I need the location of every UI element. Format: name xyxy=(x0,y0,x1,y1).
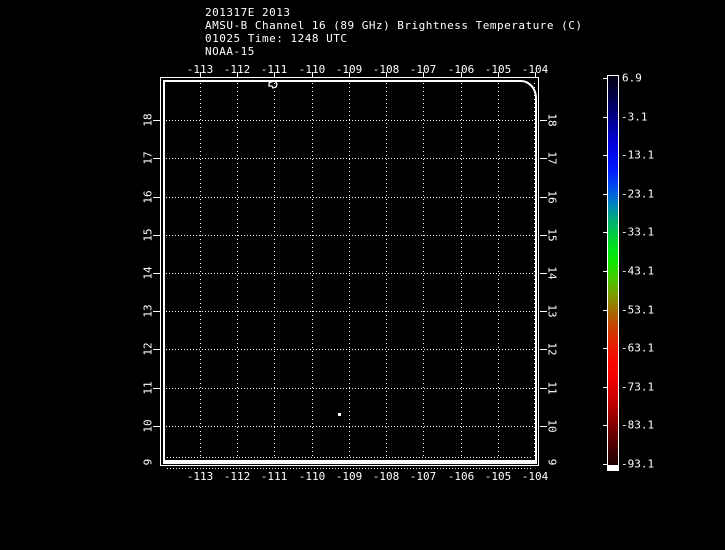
lat-gridline xyxy=(166,273,534,274)
colorbar-label: -33.1 xyxy=(621,225,655,239)
lon-label-bottom: -111 xyxy=(260,470,288,483)
lon-label-top: -109 xyxy=(335,63,363,76)
lat-label-left: 11 xyxy=(141,381,155,395)
lon-label-top: -113 xyxy=(186,63,214,76)
lon-label-top: -104 xyxy=(521,63,549,76)
lat-label-right: 14 xyxy=(545,266,559,280)
colorbar-tick xyxy=(603,78,607,79)
lon-gridline xyxy=(461,83,462,458)
lat-gridline xyxy=(166,388,534,389)
lon-label-bottom: -107 xyxy=(409,470,437,483)
lon-label-top: -107 xyxy=(409,63,437,76)
lon-gridline xyxy=(274,83,275,458)
lat-label-left: 12 xyxy=(141,342,155,356)
colorbar-tick xyxy=(603,271,607,272)
lat-label-left: 16 xyxy=(141,190,155,204)
colorbar-label: -53.1 xyxy=(621,303,655,317)
colorbar-tick xyxy=(603,155,607,156)
colorbar-label: -23.1 xyxy=(621,187,655,201)
lat-gridline xyxy=(166,197,534,198)
colorbar-tick xyxy=(603,194,607,195)
colorbar-label: -3.1 xyxy=(621,110,648,124)
lat-label-right: 9 xyxy=(545,458,559,466)
lon-label-top: -106 xyxy=(447,63,475,76)
lon-label-top: -112 xyxy=(223,63,251,76)
colorbar-tick xyxy=(603,232,607,233)
lat-gridline xyxy=(166,349,534,350)
lon-gridline xyxy=(349,83,350,458)
lat-label-left: 14 xyxy=(141,266,155,280)
lon-label-bottom: -104 xyxy=(521,470,549,483)
lat-label-left: 13 xyxy=(141,304,155,318)
lon-label-bottom: -112 xyxy=(223,470,251,483)
lat-label-right: 15 xyxy=(545,228,559,242)
lat-label-left: 18 xyxy=(141,113,155,127)
lon-gridline xyxy=(200,83,201,458)
minor-tick-row-inner xyxy=(167,457,533,458)
colorbar-label: 6.9 xyxy=(622,71,642,85)
lat-gridline xyxy=(166,120,534,121)
lon-label-bottom: -110 xyxy=(298,470,326,483)
lat-gridline xyxy=(166,235,534,236)
colorbar-label: -73.1 xyxy=(621,380,655,394)
lon-label-bottom: -109 xyxy=(335,470,363,483)
colorbar-gradient xyxy=(608,76,618,465)
lon-label-top: -111 xyxy=(260,63,288,76)
colorbar-label: -93.1 xyxy=(621,457,655,471)
lat-label-right: 17 xyxy=(545,151,559,165)
title-satellite-line: NOAA-15 xyxy=(205,45,255,58)
lat-label-right: 10 xyxy=(545,419,559,433)
amsu-b-plot-screen: 201317E 2013 AMSU-B Channel 16 (89 GHz) … xyxy=(0,0,725,550)
colorbar xyxy=(607,75,619,471)
lon-label-bottom: -105 xyxy=(484,470,512,483)
colorbar-tick xyxy=(603,464,607,465)
lat-label-right: 12 xyxy=(545,342,559,356)
lon-label-top: -108 xyxy=(372,63,400,76)
title-date-line: 201317E 2013 xyxy=(205,6,291,19)
lon-gridline xyxy=(534,83,535,458)
colorbar-label: -13.1 xyxy=(621,148,655,162)
lon-label-bottom: -106 xyxy=(447,470,475,483)
lon-gridline xyxy=(237,83,238,458)
lat-label-left: 9 xyxy=(141,458,155,466)
lat-label-left: 15 xyxy=(141,228,155,242)
lon-gridline xyxy=(386,83,387,458)
colorbar-label: -43.1 xyxy=(621,264,655,278)
colorbar-label: -83.1 xyxy=(621,418,655,432)
colorbar-tick xyxy=(603,117,607,118)
lon-gridline xyxy=(498,83,499,458)
colorbar-undefined-segment xyxy=(608,465,618,470)
data-pixel-dot xyxy=(338,413,341,416)
lon-gridline xyxy=(423,83,424,458)
minor-tick-row-outer xyxy=(167,468,533,469)
lon-label-bottom: -108 xyxy=(372,470,400,483)
lat-gridline xyxy=(166,158,534,159)
lat-label-right: 18 xyxy=(545,113,559,127)
colorbar-label: -63.1 xyxy=(621,341,655,355)
lon-gridline xyxy=(312,83,313,458)
lon-label-top: -110 xyxy=(298,63,326,76)
colorbar-tick xyxy=(603,387,607,388)
island-outline-glyph xyxy=(268,80,278,89)
lat-label-right: 16 xyxy=(545,190,559,204)
colorbar-tick xyxy=(603,425,607,426)
title-orbit-time-line: 01025 Time: 1248 UTC xyxy=(205,32,348,45)
lat-label-right: 11 xyxy=(545,381,559,395)
colorbar-tick xyxy=(603,348,607,349)
lat-gridline xyxy=(166,426,534,427)
lat-gridline xyxy=(166,311,534,312)
lon-label-top: -105 xyxy=(484,63,512,76)
lon-label-bottom: -113 xyxy=(186,470,214,483)
title-main-line: AMSU-B Channel 16 (89 GHz) Brightness Te… xyxy=(205,19,583,32)
lat-label-left: 17 xyxy=(141,151,155,165)
colorbar-tick xyxy=(603,310,607,311)
lat-label-left: 10 xyxy=(141,419,155,433)
lat-label-right: 13 xyxy=(545,304,559,318)
swath-boundary-outline xyxy=(163,80,537,464)
